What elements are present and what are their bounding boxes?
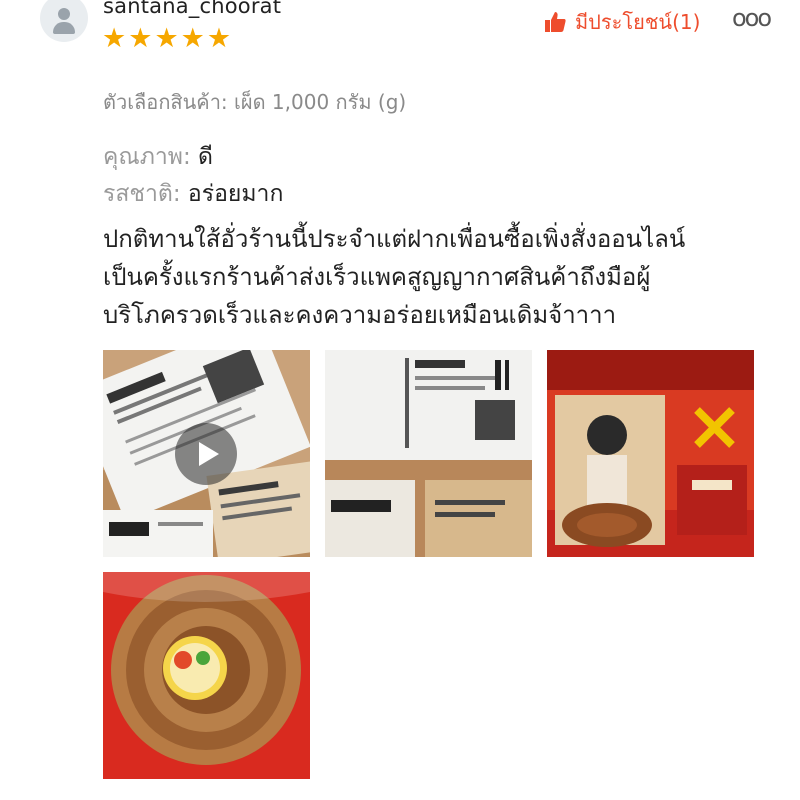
review-video-thumbnail[interactable] bbox=[103, 350, 310, 557]
user-avatar[interactable] bbox=[40, 0, 88, 42]
thumbs-up-icon bbox=[545, 12, 566, 32]
star-icon: ★ bbox=[128, 23, 153, 54]
attribute-taste: รสชาติ: อร่อยมาก bbox=[103, 176, 283, 212]
product-variation: ตัวเลือกสินค้า: เผ็ด 1,000 กรัม (g) bbox=[103, 90, 407, 114]
reviewer-username[interactable]: santana_choorat bbox=[103, 0, 281, 18]
product-box-image bbox=[547, 350, 754, 557]
star-icon: ★ bbox=[206, 23, 232, 54]
comment-line: เป็นครั้งแรกร้านค้าส่งเร็วแพคสูญญากาศสิน… bbox=[103, 263, 651, 291]
comment-line: ปกติทานใส้อั่วร้านนี้ประจำแต่ฝากเพื่อนซื… bbox=[103, 225, 686, 253]
avatar-body bbox=[53, 22, 75, 34]
review-photo-3[interactable] bbox=[547, 350, 754, 557]
review-comment: ปกติทานใส้อั่วร้านนี้ประจำแต่ฝากเพื่อนซื… bbox=[103, 220, 763, 334]
attribute-key: รสชาติ: bbox=[103, 181, 181, 207]
packed-sausage-image bbox=[103, 572, 310, 779]
attribute-quality: คุณภาพ: ดี bbox=[103, 139, 213, 175]
star-icon: ★ bbox=[180, 23, 205, 54]
comment-line: บริโภครวดเร็วและคงความอร่อยเหมือนเดิมจ้า… bbox=[103, 301, 617, 329]
review-photo-2[interactable] bbox=[325, 350, 532, 557]
star-icon: ★ bbox=[154, 23, 179, 54]
attribute-key: คุณภาพ: bbox=[103, 144, 191, 170]
rating-stars: ★ ★ ★ ★ ★ bbox=[102, 24, 231, 54]
helpful-button[interactable]: มีประโยชน์(1) bbox=[543, 6, 700, 38]
parcel-label-image bbox=[325, 350, 532, 557]
star-icon: ★ bbox=[102, 23, 127, 54]
play-icon[interactable] bbox=[175, 423, 237, 485]
more-options-button[interactable]: ooo bbox=[732, 4, 772, 32]
avatar-head bbox=[58, 8, 70, 20]
attribute-value: ดี bbox=[198, 144, 213, 170]
review-photo-4[interactable] bbox=[103, 572, 310, 779]
helpful-label: มีประโยชน์(1) bbox=[575, 10, 701, 34]
attribute-value: อร่อยมาก bbox=[187, 181, 284, 207]
